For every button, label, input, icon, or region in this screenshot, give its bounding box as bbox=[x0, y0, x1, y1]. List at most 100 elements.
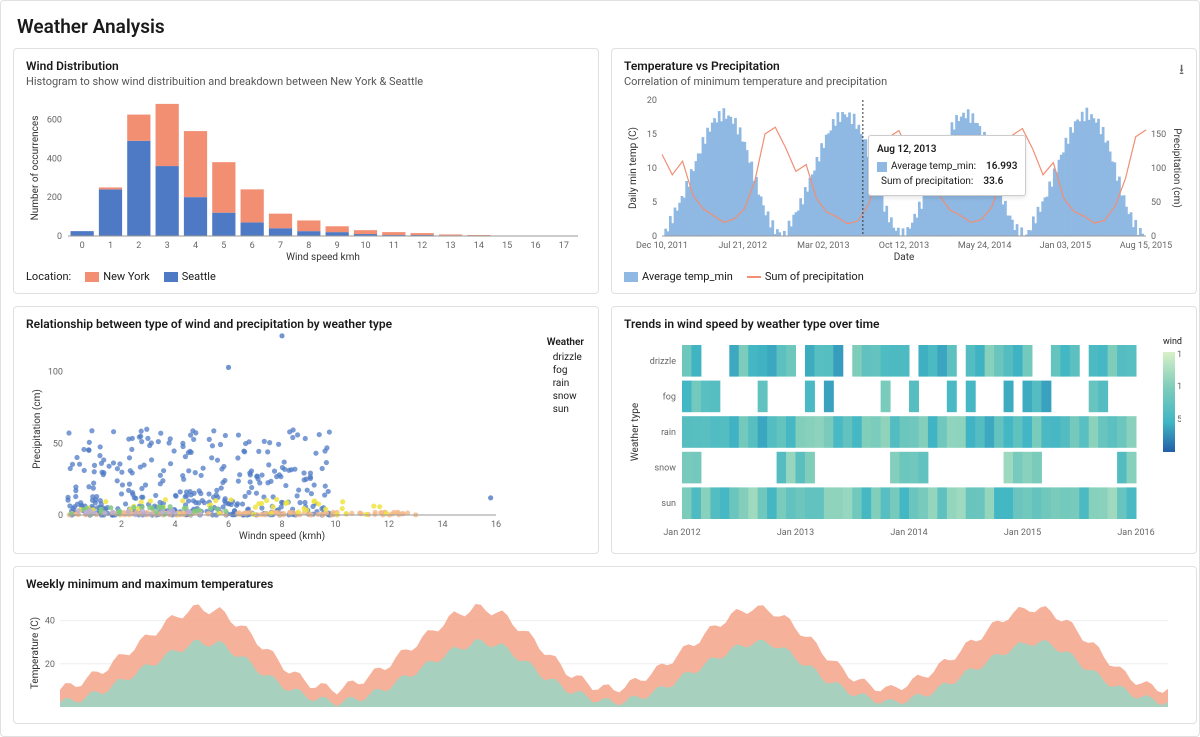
svg-text:Daily min temp (C): Daily min temp (C) bbox=[627, 127, 639, 209]
svg-text:Windn speed (kmh): Windn speed (kmh) bbox=[239, 530, 325, 542]
svg-text:Jan 2015: Jan 2015 bbox=[1004, 528, 1041, 538]
download-icon[interactable]: ⭳ bbox=[1179, 59, 1184, 83]
svg-text:Aug 15, 2015: Aug 15, 2015 bbox=[1120, 241, 1172, 251]
svg-text:Jan 03, 2015: Jan 03, 2015 bbox=[1040, 241, 1091, 251]
legend-item-tempmin[interactable]: Average temp_min bbox=[624, 270, 733, 283]
tooltip-swatch-icon bbox=[877, 162, 887, 172]
svg-text:50: 50 bbox=[1151, 198, 1161, 208]
svg-text:Mar 02, 2013: Mar 02, 2013 bbox=[797, 241, 849, 251]
svg-text:2: 2 bbox=[119, 520, 124, 530]
svg-text:sun: sun bbox=[661, 499, 676, 509]
page-title: Weather Analysis bbox=[17, 15, 1183, 38]
svg-text:0: 0 bbox=[58, 511, 63, 521]
legend-heatmap: wind 15 10 5 bbox=[1163, 337, 1182, 457]
svg-text:Oct 12, 2013: Oct 12, 2013 bbox=[879, 241, 929, 251]
panel-temp-precip: ⭳ Temperature vs Precipitation Correlati… bbox=[611, 48, 1197, 294]
chart-weekly-temps[interactable]: 20 40 Temperature (C) bbox=[26, 593, 1176, 713]
svg-text:10: 10 bbox=[360, 241, 370, 251]
svg-text:4: 4 bbox=[172, 520, 177, 530]
svg-text:2: 2 bbox=[136, 241, 141, 251]
svg-text:0: 0 bbox=[57, 232, 62, 242]
legend-temp-precip: Average temp_min Sum of precipitation bbox=[624, 270, 1184, 283]
svg-text:20: 20 bbox=[647, 96, 657, 106]
legend-label: Location: bbox=[26, 270, 71, 283]
legend-title: Weather bbox=[547, 337, 584, 348]
panel-subtitle: Histogram to show wind distribuition and… bbox=[26, 75, 586, 88]
tooltip-row: Sum of precipitation: 33.6 bbox=[877, 174, 1017, 189]
svg-text:40: 40 bbox=[45, 617, 55, 627]
chart-wind-distribution[interactable]: 020040060001234567891011121314151617Wind… bbox=[26, 94, 586, 264]
tooltip-date: Aug 12, 2013 bbox=[877, 142, 1017, 157]
svg-text:400: 400 bbox=[47, 154, 62, 164]
svg-text:9: 9 bbox=[335, 241, 340, 251]
svg-text:100: 100 bbox=[48, 368, 63, 378]
svg-text:200: 200 bbox=[47, 193, 62, 203]
svg-text:10: 10 bbox=[647, 164, 657, 174]
svg-text:6: 6 bbox=[250, 241, 255, 251]
svg-text:rain: rain bbox=[661, 428, 676, 438]
svg-text:3: 3 bbox=[165, 241, 170, 251]
svg-text:100: 100 bbox=[1151, 164, 1166, 174]
page-header: Weather Analysis bbox=[1, 1, 1199, 48]
svg-text:Weather type: Weather type bbox=[630, 403, 641, 461]
svg-text:12: 12 bbox=[384, 520, 394, 530]
panel-title: Trends in wind speed by weather type ove… bbox=[624, 317, 1184, 331]
svg-text:8: 8 bbox=[306, 241, 311, 251]
svg-text:11: 11 bbox=[389, 241, 399, 251]
svg-text:4: 4 bbox=[193, 241, 198, 251]
svg-text:snow: snow bbox=[654, 464, 676, 474]
svg-text:50: 50 bbox=[53, 439, 63, 449]
svg-text:Jan 2012: Jan 2012 bbox=[663, 528, 700, 538]
panel-scatter: Relationship between type of wind and pr… bbox=[13, 306, 599, 554]
svg-text:Dec 10, 2011: Dec 10, 2011 bbox=[636, 241, 688, 251]
panel-title: Temperature vs Precipitation bbox=[624, 59, 1184, 73]
panel-heatmap: Trends in wind speed by weather type ove… bbox=[611, 306, 1197, 554]
svg-text:Jan 2016: Jan 2016 bbox=[1117, 528, 1154, 538]
svg-text:12: 12 bbox=[417, 241, 427, 251]
svg-text:6: 6 bbox=[226, 520, 231, 530]
svg-text:600: 600 bbox=[47, 115, 62, 125]
svg-text:17: 17 bbox=[559, 241, 569, 251]
svg-text:13: 13 bbox=[445, 241, 455, 251]
chart-scatter[interactable]: 050100246810121416Windn speed (kmh)Preci… bbox=[26, 333, 586, 543]
svg-text:0: 0 bbox=[80, 241, 85, 251]
legend-item-precip[interactable]: Sum of precipitation bbox=[747, 270, 864, 283]
chart-heatmap[interactable]: drizzle fog rain snow sun Jan 2012 Jan 2013 Jan… bbox=[624, 333, 1184, 543]
svg-text:Temperature (C): Temperature (C) bbox=[29, 617, 41, 689]
svg-text:Wind speed kmh: Wind speed kmh bbox=[286, 252, 360, 263]
legend-item-snow[interactable]: snow bbox=[547, 391, 584, 402]
svg-text:7: 7 bbox=[278, 241, 283, 251]
legend-wind: Location: New York Seattle bbox=[26, 270, 586, 283]
svg-text:drizzle: drizzle bbox=[650, 357, 676, 367]
tooltip-row: Average temp_min: 16.993 bbox=[877, 159, 1017, 174]
legend-item-rain[interactable]: rain bbox=[547, 378, 584, 389]
svg-text:Precipitation (cm): Precipitation (cm) bbox=[1171, 128, 1183, 208]
legend-item-seattle[interactable]: Seattle bbox=[164, 270, 216, 283]
svg-text:5: 5 bbox=[221, 241, 226, 251]
svg-text:10: 10 bbox=[330, 520, 340, 530]
svg-text:16: 16 bbox=[530, 241, 540, 251]
svg-text:20: 20 bbox=[45, 660, 55, 670]
svg-text:fog: fog bbox=[663, 392, 676, 402]
svg-text:May 24, 2014: May 24, 2014 bbox=[958, 241, 1012, 251]
legend-label: wind bbox=[1163, 337, 1182, 347]
panel-weekly-temps: Weekly minimum and maximum temperatures … bbox=[13, 566, 1197, 724]
svg-text:10: 10 bbox=[1177, 382, 1181, 392]
svg-text:1: 1 bbox=[108, 241, 113, 251]
legend-item-newyork[interactable]: New York bbox=[85, 270, 150, 283]
panel-grid: Wind Distribution Histogram to show wind… bbox=[1, 48, 1199, 736]
legend-item-sun[interactable]: sun bbox=[547, 404, 584, 415]
legend-item-fog[interactable]: fog bbox=[547, 365, 584, 376]
panel-title: Relationship between type of wind and pr… bbox=[26, 317, 586, 331]
svg-text:Jan 2014: Jan 2014 bbox=[890, 528, 927, 538]
svg-text:14: 14 bbox=[474, 241, 484, 251]
svg-text:14: 14 bbox=[437, 520, 447, 530]
svg-text:Date: Date bbox=[894, 252, 915, 263]
svg-text:15: 15 bbox=[1177, 350, 1181, 360]
svg-text:5: 5 bbox=[1177, 415, 1181, 425]
svg-text:15: 15 bbox=[502, 241, 512, 251]
color-scale-icon: 15 10 5 bbox=[1163, 347, 1181, 457]
legend-item-drizzle[interactable]: drizzle bbox=[547, 352, 584, 363]
panel-title: Weekly minimum and maximum temperatures bbox=[26, 577, 1184, 591]
svg-text:Jan 2013: Jan 2013 bbox=[777, 528, 814, 538]
